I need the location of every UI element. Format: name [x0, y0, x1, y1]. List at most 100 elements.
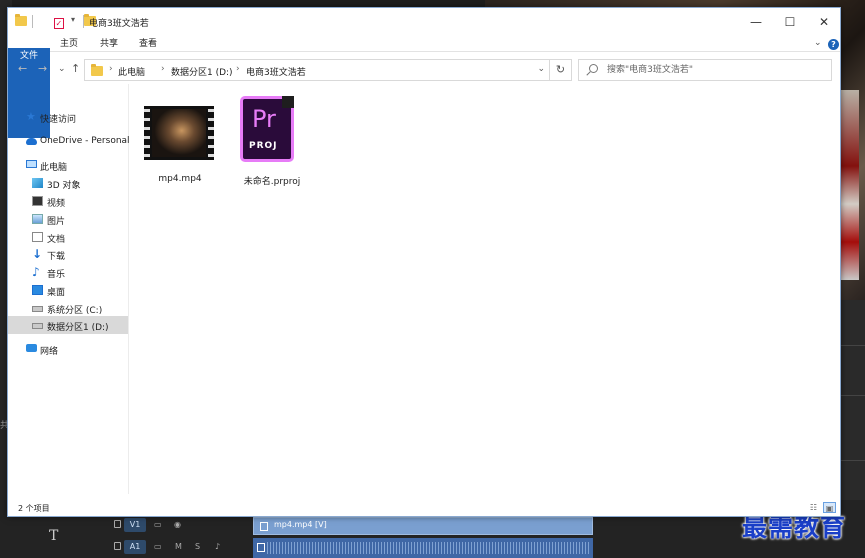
nav-item-label: 音乐 — [47, 270, 66, 280]
nav-item-documents[interactable]: 文档 — [8, 228, 128, 246]
tab-share[interactable]: 共享 — [92, 36, 126, 52]
breadcrumb-separator[interactable]: › — [236, 64, 240, 74]
file-explorer-window: ✓ ▾ 电商3班文浩若 — ☐ ✕ 文件 主页 共享 查看 ⌄ ? ← → ⌄ … — [7, 7, 841, 517]
fx-icon — [257, 543, 265, 552]
tab-view[interactable]: 查看 — [131, 36, 165, 52]
sync-icon[interactable]: ▭ — [154, 541, 162, 553]
nav-item-music[interactable]: ♪ 音乐 — [8, 263, 128, 281]
nav-item-drive-d[interactable]: 数据分区1 (D:) — [8, 316, 128, 334]
eye-icon[interactable]: ◉ — [174, 519, 181, 531]
title-bar[interactable]: ✓ ▾ 电商3班文浩若 — ☐ ✕ — [8, 8, 840, 36]
breadcrumb-this-pc[interactable]: 此电脑 — [118, 65, 145, 78]
track-badge-v1[interactable]: V1 — [124, 518, 146, 532]
address-bar[interactable]: › 此电脑 › 数据分区1 (D:) › 电商3班文浩若 ⌄ — [84, 59, 550, 81]
close-button[interactable]: ✕ — [806, 12, 842, 32]
nav-item-network[interactable]: 网络 — [8, 340, 128, 358]
file-name: mp4.mp4 — [158, 174, 202, 184]
maximize-button[interactable]: ☐ — [772, 12, 808, 32]
status-bar: 2 个项目 ☷ ▣ — [8, 500, 840, 517]
clip-label: mp4.mp4 [V] — [274, 520, 327, 529]
network-icon — [26, 344, 37, 352]
lock-icon[interactable] — [114, 542, 121, 550]
mic-icon[interactable]: ♪ — [215, 541, 220, 553]
drive-icon — [32, 323, 43, 329]
music-note-icon: ♪ — [32, 265, 40, 279]
document-icon — [32, 232, 43, 242]
breadcrumb-drive-d[interactable]: 数据分区1 (D:) — [171, 65, 233, 78]
proj-label: PROJ — [249, 141, 278, 151]
nav-item-label: 此电脑 — [40, 163, 68, 173]
nav-item-downloads[interactable]: ↓ 下载 — [8, 245, 128, 263]
premiere-pro-icon: Pr PROJ — [240, 96, 294, 162]
breadcrumb-separator[interactable]: › — [109, 64, 113, 74]
forward-button[interactable]: → — [38, 63, 47, 75]
recent-locations-button[interactable]: ⌄ — [58, 63, 66, 75]
video-clip[interactable]: mp4.mp4 [V] — [253, 517, 593, 535]
mute-button[interactable]: M — [175, 541, 182, 553]
search-box[interactable] — [578, 59, 832, 81]
nav-item-label: 下载 — [47, 252, 66, 262]
search-input[interactable] — [607, 63, 827, 77]
tab-home[interactable]: 主页 — [52, 36, 86, 52]
nav-item-label: 系统分区 (C:) — [47, 306, 103, 316]
video-thumbnail — [144, 106, 214, 160]
film-icon — [32, 196, 43, 206]
properties-icon[interactable]: ✓ — [53, 18, 64, 29]
address-dropdown-icon[interactable]: ⌄ — [537, 64, 545, 74]
nav-item-label: 数据分区1 (D:) — [47, 323, 109, 333]
nav-item-label: 快速访问 — [40, 115, 77, 125]
film-strip-icon — [144, 106, 150, 160]
details-view-icon[interactable]: ☷ — [807, 502, 820, 513]
star-icon: ★ — [26, 110, 36, 123]
back-button[interactable]: ← — [18, 63, 27, 75]
customize-toolbar-icon[interactable]: ▾ — [71, 15, 75, 27]
large-icons-view-icon[interactable]: ▣ — [823, 502, 836, 513]
film-icon[interactable]: ▭ — [154, 519, 162, 531]
ribbon: 文件 主页 共享 查看 ⌄ ? — [8, 36, 840, 138]
nav-item-this-pc[interactable]: 此电脑 — [8, 156, 128, 174]
nav-item-quick-access[interactable]: ★ 快速访问 — [8, 108, 128, 126]
folder-icon — [91, 64, 103, 76]
file-item-project[interactable]: Pr PROJ 未命名.prproj — [222, 96, 306, 187]
background-right-strip — [840, 300, 865, 520]
cloud-icon — [26, 138, 37, 145]
solo-button[interactable]: S — [195, 541, 200, 553]
expand-ribbon-icon[interactable]: ⌄ — [814, 38, 822, 48]
divider — [32, 15, 33, 28]
search-icon — [589, 64, 598, 73]
video-frame — [152, 109, 206, 157]
fx-icon — [260, 522, 268, 531]
refresh-button[interactable]: ↻ — [550, 59, 572, 81]
track-badge-a1[interactable]: A1 — [124, 540, 146, 554]
file-item-video[interactable]: mp4.mp4 — [130, 96, 214, 186]
nav-item-label: 桌面 — [47, 288, 66, 298]
lock-icon[interactable] — [114, 520, 121, 528]
folder-icon — [15, 14, 27, 26]
up-button[interactable]: ↑ — [71, 63, 80, 75]
breadcrumb-separator[interactable]: › — [161, 64, 165, 74]
address-row: ← → ⌄ ↑ › 此电脑 › 数据分区1 (D:) › 电商3班文浩若 ⌄ ↻ — [8, 54, 840, 84]
picture-icon — [32, 214, 43, 224]
film-strip-icon — [208, 106, 214, 160]
nav-item-videos[interactable]: 视频 — [8, 192, 128, 210]
audio-clip[interactable] — [253, 538, 593, 558]
help-icon[interactable]: ? — [828, 39, 839, 50]
nav-item-desktop[interactable]: 桌面 — [8, 281, 128, 299]
nav-item-onedrive[interactable]: OneDrive - Personal — [8, 132, 130, 150]
navigation-pane: ★ 快速访问 OneDrive - Personal 此电脑 3D 对象 视频 … — [8, 84, 130, 494]
nav-item-pictures[interactable]: 图片 — [8, 210, 128, 228]
item-count: 2 个项目 — [18, 504, 50, 513]
breadcrumb-folder[interactable]: 电商3班文浩若 — [246, 65, 306, 78]
audio-waveform — [267, 542, 589, 554]
desktop-icon — [32, 285, 43, 295]
nav-item-label: 视频 — [47, 199, 66, 209]
nav-item-label: OneDrive - Personal — [40, 136, 130, 146]
nav-item-drive-c[interactable]: 系统分区 (C:) — [8, 299, 128, 317]
minimize-button[interactable]: — — [738, 12, 774, 32]
divider — [83, 15, 84, 28]
cube-icon — [32, 178, 43, 188]
nav-item-label: 3D 对象 — [47, 181, 81, 191]
window-title: 电商3班文浩若 — [89, 19, 149, 29]
nav-item-3d-objects[interactable]: 3D 对象 — [8, 174, 128, 192]
nav-item-label: 图片 — [47, 217, 66, 227]
